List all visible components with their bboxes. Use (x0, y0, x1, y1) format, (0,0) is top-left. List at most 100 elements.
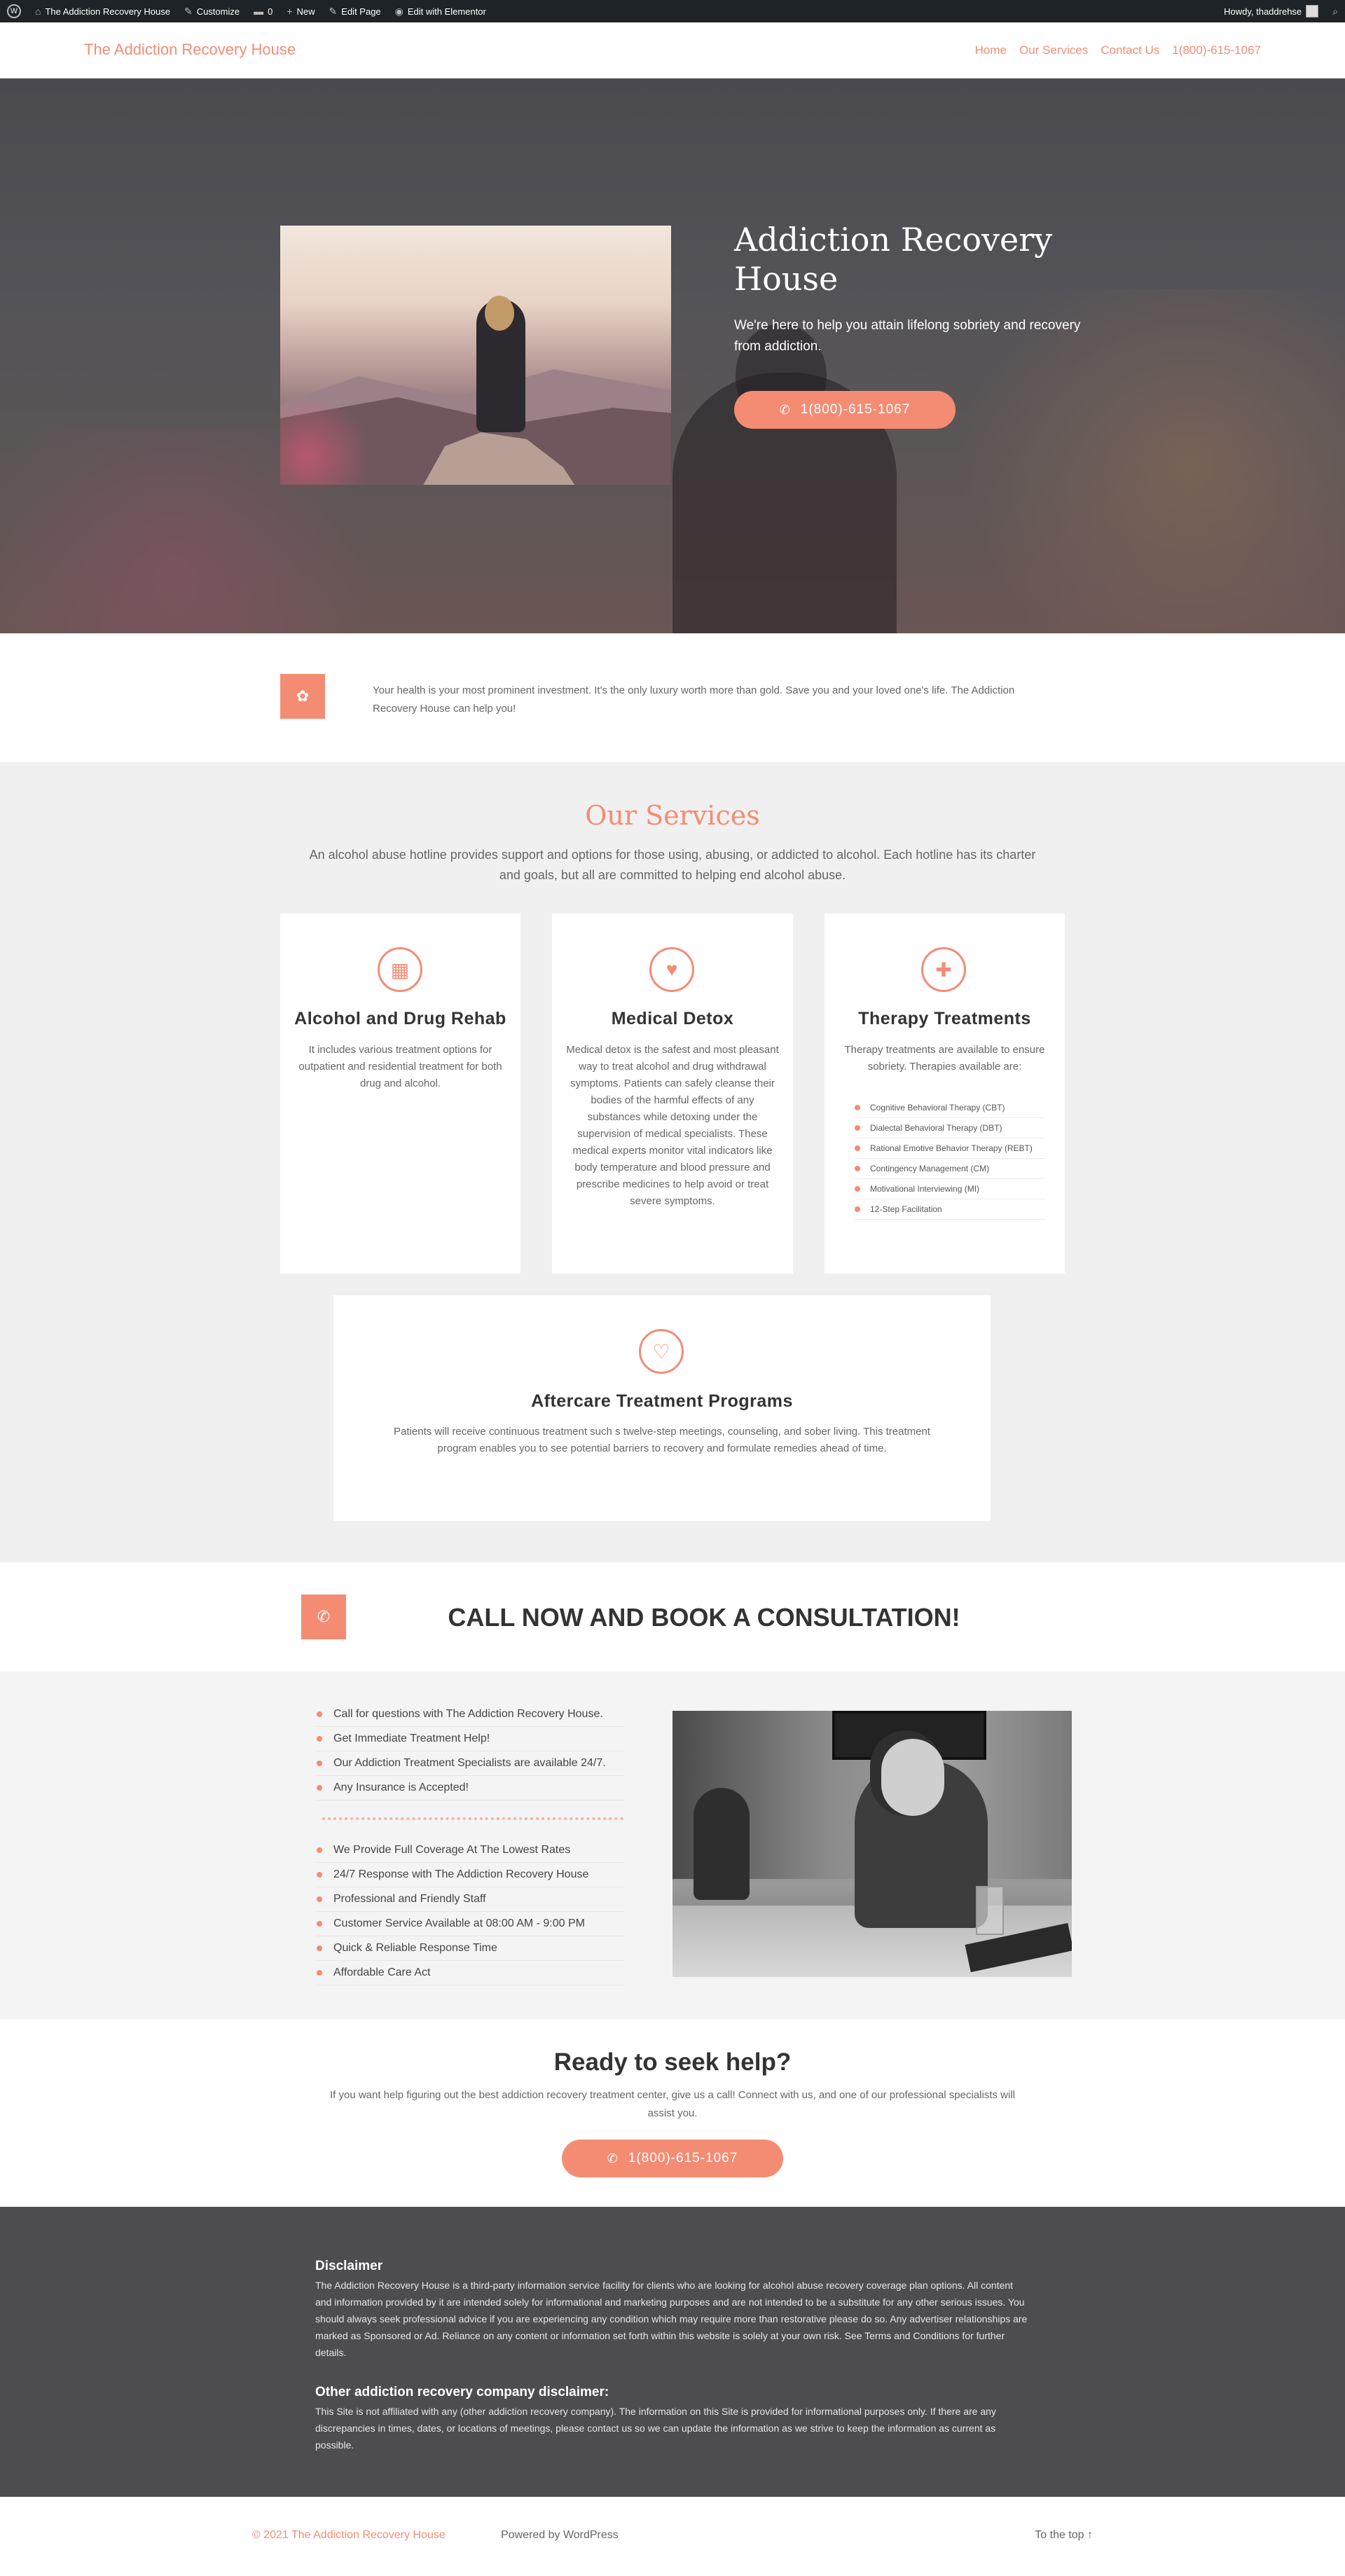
ready-title: Ready to seek help? (553, 2048, 792, 2076)
features-divider (322, 1817, 623, 1820)
plus-icon: + (287, 6, 293, 17)
therapy-list: Cognitive Behavioral Therapy (CBT) Diale… (855, 1098, 1045, 1220)
services-subtitle: An alcohol abuse hotline provides suppor… (309, 848, 1036, 882)
elementor-icon: ◉ (394, 5, 404, 17)
wp-logo-menu[interactable]: W (0, 0, 28, 22)
bullet-icon (855, 1186, 860, 1192)
admin-account[interactable]: Howdy, thaddrehse (1217, 0, 1325, 22)
service-card-title: Alcohol and Drug Rehab (294, 1009, 506, 1028)
admin-customize[interactable]: ✎ Customize (177, 0, 247, 22)
admin-new[interactable]: + New (280, 0, 322, 22)
hero-photo-lens-flare (280, 401, 378, 485)
ready-text: If you want help figuring out the best a… (329, 2089, 1016, 2119)
disclaimer-heading: Disclaimer (315, 2259, 383, 2273)
main-nav: Home Our Services Contact Us 1(800)-615-… (975, 43, 1261, 57)
list-item-label: Any Insurance is Accepted! (333, 1782, 469, 1793)
list-item: 24/7 Response with The Addiction Recover… (317, 1863, 625, 1887)
features-list-top: Call for questions with The Addiction Re… (317, 1702, 625, 1800)
admin-edit-elementor[interactable]: ◉ Edit with Elementor (388, 0, 493, 22)
list-item-label: Cognitive Behavioral Therapy (CBT) (870, 1103, 1005, 1113)
admin-site-name-label: The Addiction Recovery House (45, 6, 170, 17)
phone-icon: ✆ (317, 1608, 331, 1625)
bullet-icon (855, 1105, 860, 1110)
medical-file-icon: ✚ (921, 947, 966, 992)
admin-edit-page[interactable]: ✎ Edit Page (322, 0, 388, 22)
back-to-top-link[interactable]: To the top ↑ (1035, 2529, 1093, 2542)
service-card-title: Therapy Treatments (858, 1009, 1031, 1028)
ready-call-button[interactable]: ✆ 1(800)-615-1067 (562, 2140, 783, 2177)
list-item: Any Insurance is Accepted! (317, 1776, 625, 1800)
service-card-text: Patients will receive continuous treatme… (394, 1426, 930, 1454)
admin-search[interactable]: ⌕ (1325, 0, 1345, 22)
bullet-icon (317, 1921, 322, 1927)
list-item-label: Contingency Management (CM) (870, 1164, 990, 1173)
hero-call-button-label: 1(800)-615-1067 (800, 402, 911, 417)
footer-copyright[interactable]: © 2021 The Addiction Recovery House (252, 2529, 446, 2542)
photo-glass (976, 1886, 1004, 1935)
list-item: 12-Step Facilitation (855, 1199, 1045, 1220)
bullet-icon (317, 1785, 322, 1791)
list-item: Get Immediate Treatment Help! (317, 1727, 625, 1751)
site-title[interactable]: The Addiction Recovery House (84, 41, 296, 59)
site-header: The Addiction Recovery House Home Our Se… (0, 22, 1345, 78)
home-icon: ⌂ (35, 6, 41, 17)
admin-site-name[interactable]: ⌂ The Addiction Recovery House (28, 0, 177, 22)
admin-edit-elementor-label: Edit with Elementor (407, 6, 486, 17)
bullet-icon (317, 1847, 322, 1853)
heart-hand-icon: ♥ (649, 947, 694, 992)
list-item-label: Quick & Reliable Response Time (333, 1942, 497, 1954)
nav-phone[interactable]: 1(800)-615-1067 (1172, 43, 1261, 57)
bullet-icon (317, 1711, 322, 1717)
hero-photo-person-head (485, 296, 514, 331)
phone-icon: ✆ (607, 2151, 619, 2165)
search-icon: ⌕ (1332, 5, 1338, 17)
hero-call-button[interactable]: ✆ 1(800)-615-1067 (734, 391, 956, 429)
nav-contact-us[interactable]: Contact Us (1101, 43, 1159, 57)
features-list-bottom: We Provide Full Coverage At The Lowest R… (317, 1838, 625, 1985)
admin-new-label: New (296, 6, 315, 17)
service-card-text: Therapy treatments are available to ensu… (844, 1044, 1045, 1073)
other-disclaimer-heading: Other addiction recovery company disclai… (315, 2385, 609, 2399)
list-item-label: Get Immediate Treatment Help! (333, 1733, 490, 1744)
photo-woman-head (881, 1739, 944, 1816)
pencil-icon: ✎ (329, 5, 338, 17)
photo-plant (694, 1788, 750, 1900)
admin-comments-count: 0 (268, 6, 273, 17)
list-item: Customer Service Available at 08:00 AM -… (317, 1912, 625, 1936)
admin-comments[interactable]: ▬ 0 (247, 0, 280, 22)
admin-howdy: Howdy, thaddrehse (1224, 6, 1302, 17)
nav-home[interactable]: Home (975, 43, 1007, 57)
hospital-icon: ▦ (378, 947, 422, 992)
bullet-icon (317, 1736, 322, 1742)
brush-icon: ✎ (184, 5, 193, 17)
bullet-icon (317, 1872, 322, 1878)
hero-section (0, 78, 1345, 633)
ready-call-button-label: 1(800)-615-1067 (628, 2151, 738, 2165)
wordpress-icon: W (7, 4, 21, 18)
bullet-icon (855, 1125, 860, 1131)
avatar (1306, 5, 1319, 18)
phone-icon: ✆ (779, 402, 791, 417)
bullet-icon (317, 1945, 322, 1951)
bullet-icon (855, 1206, 860, 1212)
list-item: Affordable Care Act (317, 1961, 625, 1985)
list-item-label: 24/7 Response with The Addiction Recover… (333, 1868, 589, 1880)
list-item-label: Call for questions with The Addiction Re… (333, 1708, 603, 1720)
nav-our-services[interactable]: Our Services (1019, 43, 1088, 57)
site-footer: © 2021 The Addiction Recovery House Powe… (0, 2497, 1345, 2576)
bullet-icon (855, 1145, 860, 1151)
list-item: Call for questions with The Addiction Re… (317, 1702, 625, 1727)
list-item: Motivational Interviewing (MI) (855, 1179, 1045, 1199)
admin-bar: W ⌂ The Addiction Recovery House ✎ Customi… (0, 0, 1345, 22)
list-item-label: Dialectal Behavioral Therapy (DBT) (870, 1123, 1002, 1133)
footer-powered-by[interactable]: Powered by WordPress (501, 2529, 619, 2542)
list-item-label: Customer Service Available at 08:00 AM -… (333, 1917, 585, 1929)
heartbeat-icon: ♡ (639, 1329, 684, 1374)
admin-customize-label: Customize (196, 6, 240, 17)
list-item: Rational Emotive Behavior Therapy (REBT) (855, 1138, 1045, 1159)
hero-photo (280, 226, 671, 485)
list-item-label: Our Addiction Treatment Specialists are … (333, 1757, 606, 1769)
cta-phone-box[interactable]: ✆ (301, 1594, 346, 1639)
comment-icon: ▬ (254, 6, 264, 17)
bullet-icon (317, 1761, 322, 1766)
